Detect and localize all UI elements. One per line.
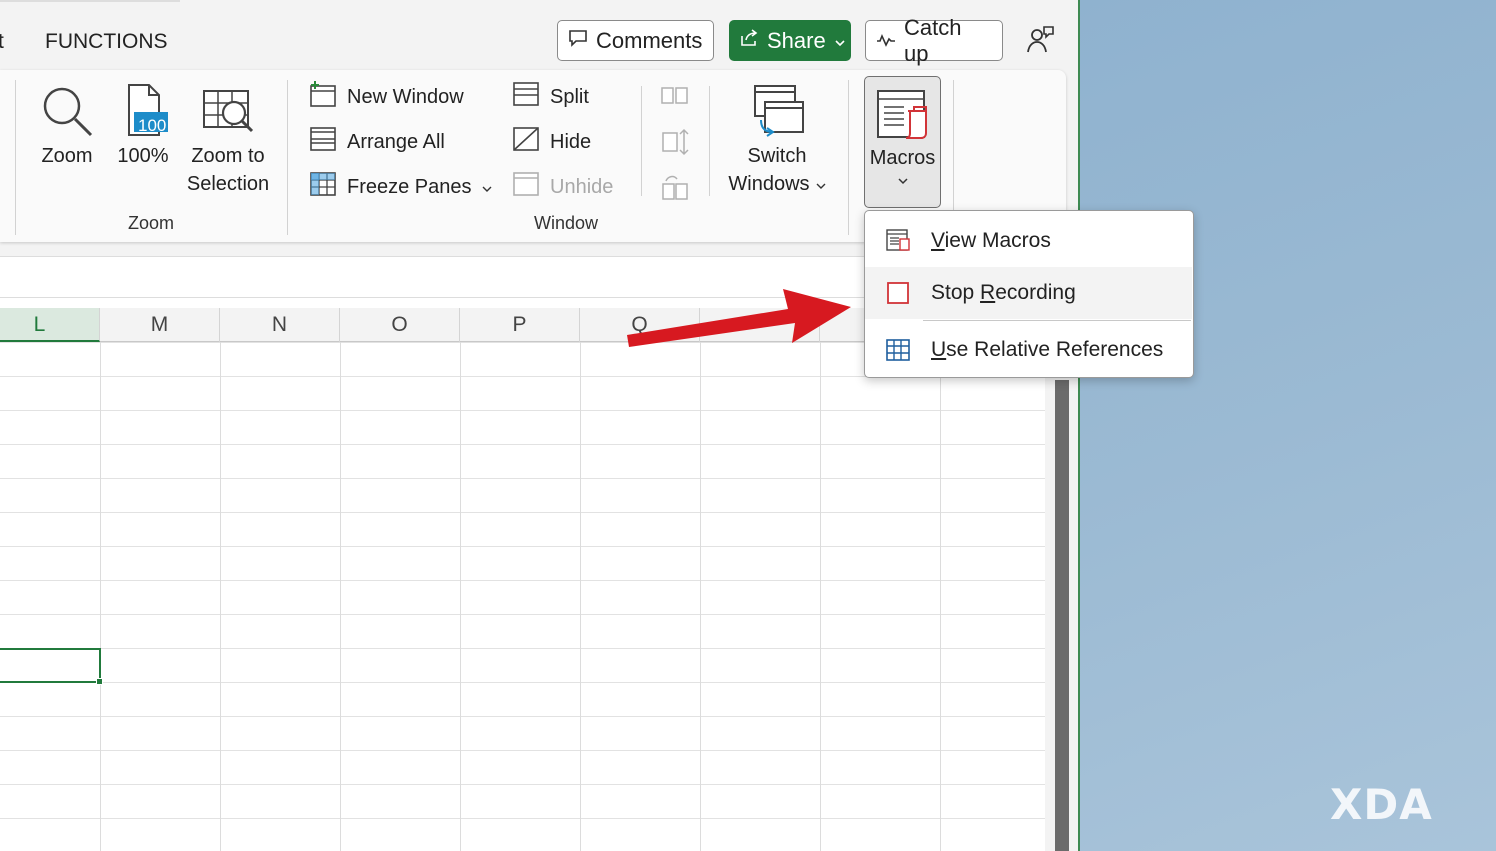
window-border	[1078, 0, 1080, 851]
chevron-down-icon	[834, 28, 846, 54]
split-icon	[512, 80, 540, 114]
unhide-button[interactable]: Unhide	[512, 172, 613, 202]
zoom-100-icon: 100	[110, 80, 176, 142]
freeze-panes-button[interactable]: Freeze Panes	[309, 172, 492, 202]
view-macros-label-accel: V	[931, 229, 945, 252]
new-window-icon	[309, 80, 337, 114]
view-macros-label: View Macros	[931, 229, 1051, 253]
red-arrow-annotation	[625, 285, 855, 355]
group-separator	[848, 80, 849, 235]
fill-handle[interactable]	[96, 678, 103, 685]
switch-windows-button[interactable]: Switch Windows	[722, 80, 832, 198]
vertical-scrollbar-thumb[interactable]	[1055, 380, 1069, 851]
view-macros-label-after: iew Macros	[945, 229, 1051, 252]
column-header-n[interactable]: N	[220, 308, 340, 342]
excel-window: t FUNCTIONS Comments Share Catch up	[0, 0, 1078, 851]
desktop-background	[1080, 0, 1496, 851]
freeze-panes-icon	[309, 170, 337, 204]
worksheet-grid[interactable]: L M N O P Q	[0, 298, 1045, 851]
stop-recording-label: Stop Recording	[931, 281, 1076, 305]
unhide-label: Unhide	[550, 176, 613, 199]
new-window-button[interactable]: New Window	[309, 82, 464, 112]
menu-separator	[923, 320, 1191, 321]
column-header-p[interactable]: P	[460, 308, 580, 342]
column-header-o[interactable]: O	[340, 308, 460, 342]
share-label: Share	[767, 28, 826, 54]
zoom-to-selection-label-2: Selection	[184, 170, 272, 198]
split-label: Split	[550, 86, 589, 109]
switch-windows-label-1: Switch	[722, 142, 832, 170]
arrange-all-button[interactable]: Arrange All	[309, 127, 445, 157]
unhide-icon	[512, 170, 540, 204]
macros-label: Macros	[865, 143, 940, 173]
person-feedback-icon[interactable]	[1024, 24, 1056, 61]
catch-up-label: Catch up	[904, 15, 992, 67]
view-side-by-side-icon[interactable]	[660, 84, 690, 113]
freeze-panes-label: Freeze Panes	[347, 176, 472, 199]
tab-functions[interactable]: FUNCTIONS	[45, 30, 168, 54]
group-separator	[287, 80, 288, 235]
arrange-all-icon	[309, 125, 337, 159]
activity-icon	[876, 28, 896, 54]
active-cell[interactable]	[0, 648, 101, 683]
macros-dropdown-menu: View Macros Stop Recording Use Relative …	[864, 210, 1194, 378]
share-icon	[739, 28, 759, 54]
stop-recording-item[interactable]: Stop Recording	[865, 267, 1192, 319]
split-button[interactable]: Split	[512, 82, 589, 112]
stop-recording-icon	[865, 281, 931, 305]
tab-partial[interactable]: t	[0, 30, 4, 54]
stop-recording-label-after: ecording	[995, 281, 1076, 304]
share-button[interactable]: Share	[729, 20, 851, 61]
use-relative-references-label-accel: U	[931, 338, 946, 361]
use-relative-references-item[interactable]: Use Relative References	[865, 324, 1192, 376]
column-header-l[interactable]: L	[0, 308, 100, 342]
group-separator	[15, 80, 16, 235]
chevron-down-icon	[816, 170, 826, 198]
comments-button[interactable]: Comments	[557, 20, 714, 61]
comments-label: Comments	[596, 28, 702, 54]
hide-button[interactable]: Hide	[512, 127, 591, 157]
tab-divider	[0, 0, 180, 2]
zoom-label: Zoom	[32, 142, 102, 170]
zoom-100-button[interactable]: 100 100%	[110, 80, 176, 170]
switch-windows-icon	[722, 80, 832, 142]
window-group-label: Window	[534, 213, 598, 234]
relative-references-grid-icon	[865, 338, 931, 362]
zoom-to-selection-label-1: Zoom to	[184, 142, 272, 170]
zoom-group-label: Zoom	[128, 213, 174, 234]
view-macros-item[interactable]: View Macros	[865, 215, 1192, 267]
column-header-m[interactable]: M	[100, 308, 220, 342]
arrange-all-label: Arrange All	[347, 131, 445, 154]
ribbon-tab-bar: t FUNCTIONS Comments Share Catch up	[0, 0, 1078, 70]
zoom-100-label: 100%	[110, 142, 176, 170]
macros-button[interactable]: Macros	[864, 76, 941, 208]
cell-gridlines[interactable]	[0, 342, 1045, 851]
zoom-button[interactable]: Zoom	[32, 80, 102, 170]
stop-recording-label-before: Stop	[931, 281, 980, 304]
magnifier-icon	[32, 80, 102, 142]
catch-up-button[interactable]: Catch up	[865, 20, 1003, 61]
group-separator	[709, 86, 710, 196]
comment-icon	[568, 28, 588, 54]
new-window-label: New Window	[347, 86, 464, 109]
synchronous-scrolling-icon[interactable]	[660, 127, 690, 162]
hide-icon	[512, 125, 540, 159]
chevron-down-icon	[482, 176, 492, 199]
chevron-down-icon	[865, 173, 940, 191]
use-relative-references-label-after: se Relative References	[946, 338, 1163, 361]
zoom-to-selection-icon	[184, 80, 272, 142]
hide-label: Hide	[550, 131, 591, 154]
zoom-to-selection-button[interactable]: Zoom to Selection	[184, 80, 272, 198]
view-macros-icon	[865, 228, 931, 254]
group-separator	[641, 86, 642, 196]
switch-windows-label-2: Windows	[728, 170, 809, 198]
reset-window-position-icon[interactable]	[660, 172, 690, 207]
macros-icon	[865, 77, 940, 143]
zoom-100-icon-text: 100	[138, 112, 166, 140]
use-relative-references-label: Use Relative References	[931, 338, 1163, 362]
stop-recording-label-accel: R	[980, 281, 995, 304]
xda-watermark-logo: XDA	[1330, 780, 1433, 829]
